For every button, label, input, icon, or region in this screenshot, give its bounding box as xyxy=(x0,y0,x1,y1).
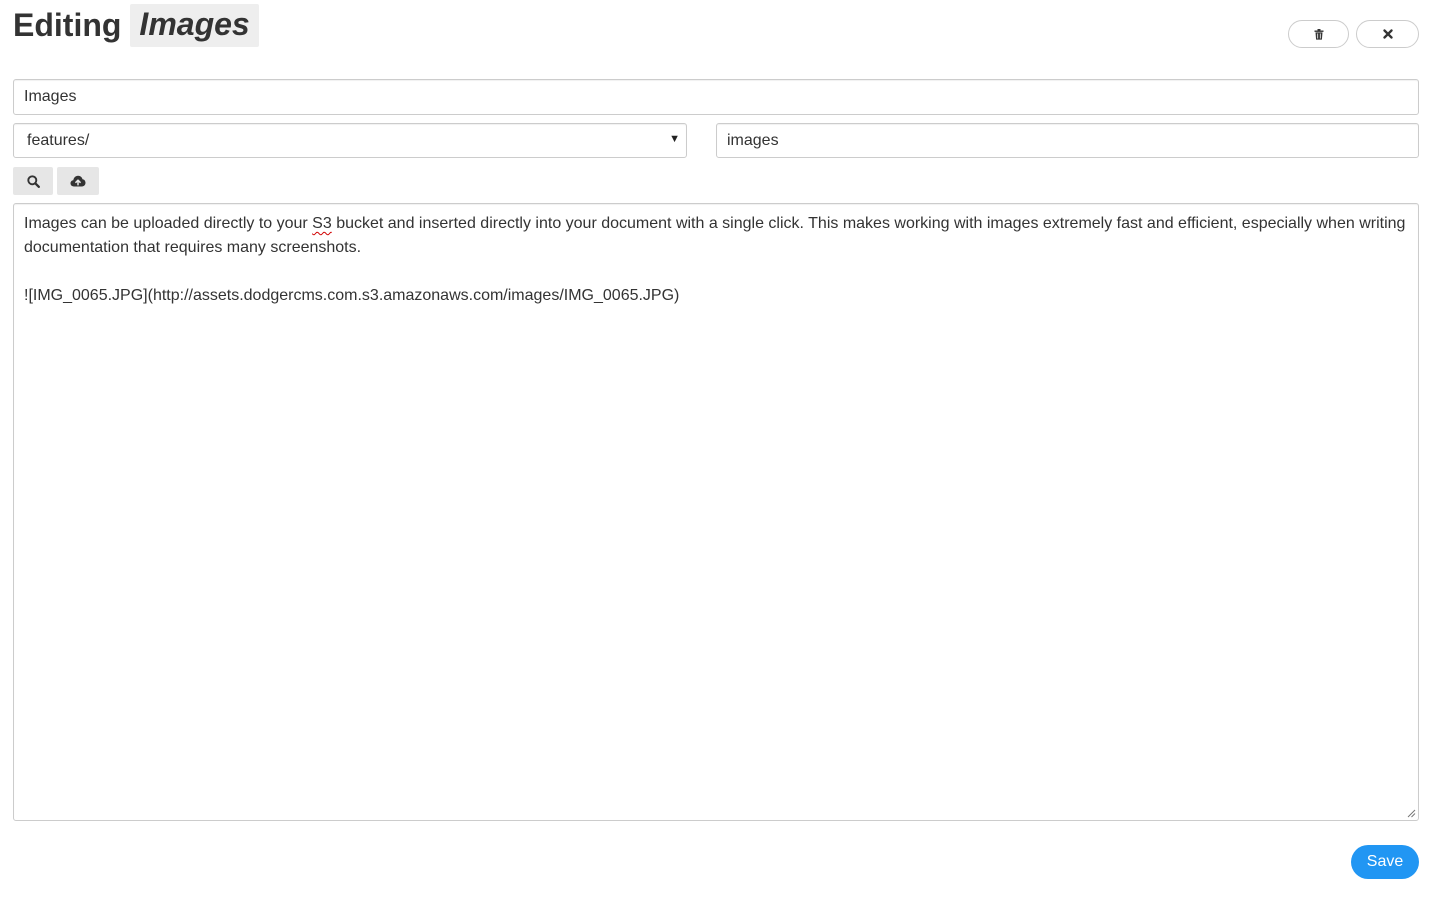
close-icon xyxy=(1382,29,1393,39)
resize-handle-icon[interactable] xyxy=(1407,809,1416,818)
image-markdown-line: ![IMG_0065.JPG](http://assets.dodgercms.… xyxy=(24,287,680,304)
page-title: Editing Images xyxy=(13,4,259,47)
misspelled-word: S3 xyxy=(312,215,332,232)
cloud-upload-icon xyxy=(70,175,86,187)
dropdown-arrow-icon: ▼ xyxy=(669,133,680,145)
folder-selected-value: features/ xyxy=(27,131,90,149)
folder-select[interactable]: features/ ▼ xyxy=(13,123,687,158)
close-button[interactable] xyxy=(1356,20,1419,48)
save-button[interactable]: Save xyxy=(1351,845,1419,879)
title-input[interactable] xyxy=(13,79,1419,115)
slug-input[interactable] xyxy=(716,123,1419,158)
editor-page: Editing Images features/ ▼ xyxy=(0,0,1439,914)
content-paragraph: Images can be uploaded directly to your … xyxy=(24,215,1406,256)
content-editor[interactable]: Images can be uploaded directly to your … xyxy=(13,203,1419,821)
search-icon xyxy=(26,174,40,188)
page-title-prefix: Editing xyxy=(13,7,122,43)
trash-icon xyxy=(1314,28,1323,40)
upload-image-button[interactable] xyxy=(57,167,99,195)
search-images-button[interactable] xyxy=(13,167,53,195)
document-name: Images xyxy=(130,4,259,47)
delete-button[interactable] xyxy=(1288,20,1349,48)
